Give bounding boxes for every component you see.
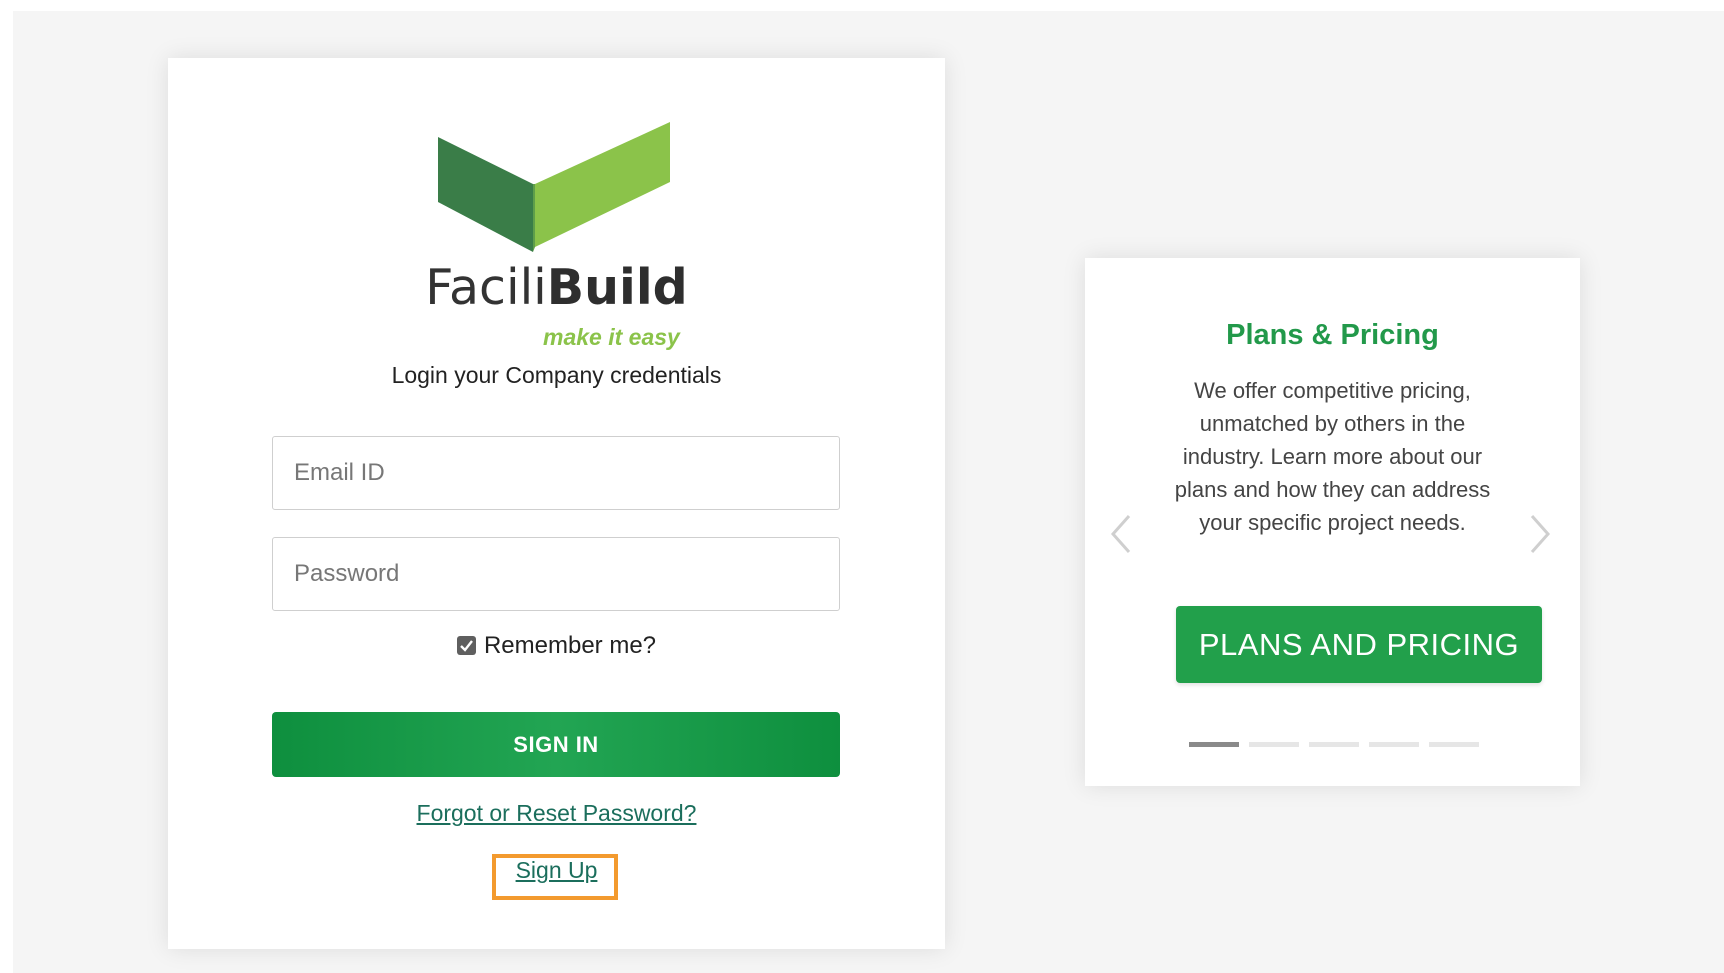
facilibuild-logo-icon (438, 122, 670, 252)
remember-me-checkbox[interactable] (456, 636, 476, 655)
login-card: FaciliBuild make it easy Login your Comp… (168, 58, 945, 949)
remember-me-label[interactable]: Remember me? (484, 632, 656, 659)
carousel-indicator-1[interactable] (1189, 742, 1239, 747)
email-input[interactable] (272, 436, 840, 510)
sign-in-button[interactable]: SIGN IN (272, 712, 840, 777)
password-input[interactable] (272, 537, 840, 611)
carousel-indicator-4[interactable] (1369, 742, 1419, 747)
promo-title: Plans & Pricing (1226, 319, 1439, 351)
carousel-indicator-5[interactable] (1429, 742, 1479, 747)
carousel-indicators (1189, 742, 1479, 748)
carousel-indicator-3[interactable] (1309, 742, 1359, 747)
forgot-password-link[interactable]: Forgot or Reset Password? (168, 802, 945, 825)
brand-wordmark-bold: Build (546, 259, 688, 316)
page-background: FaciliBuild make it easy Login your Comp… (13, 11, 1724, 973)
chevron-left-icon[interactable] (1107, 512, 1135, 556)
login-subtitle: Login your Company credentials (391, 362, 722, 388)
brand-wordmark-light: Facili (425, 259, 547, 316)
remember-me-row: Remember me? (168, 631, 945, 661)
checkmark-icon (460, 640, 473, 652)
promo-carousel-card: Plans & Pricing We offer competitive pri… (1085, 258, 1580, 786)
brand-tagline: make it easy (543, 324, 680, 350)
chevron-right-icon[interactable] (1526, 512, 1554, 556)
sign-up-link[interactable]: Sign Up (168, 859, 945, 882)
carousel-indicator-2[interactable] (1249, 742, 1299, 747)
promo-description: We offer competitive pricing, unmatched … (1174, 378, 1491, 535)
plans-and-pricing-button[interactable]: PLANS AND PRICING (1176, 606, 1542, 683)
brand-wordmark: FaciliBuild (168, 263, 945, 312)
